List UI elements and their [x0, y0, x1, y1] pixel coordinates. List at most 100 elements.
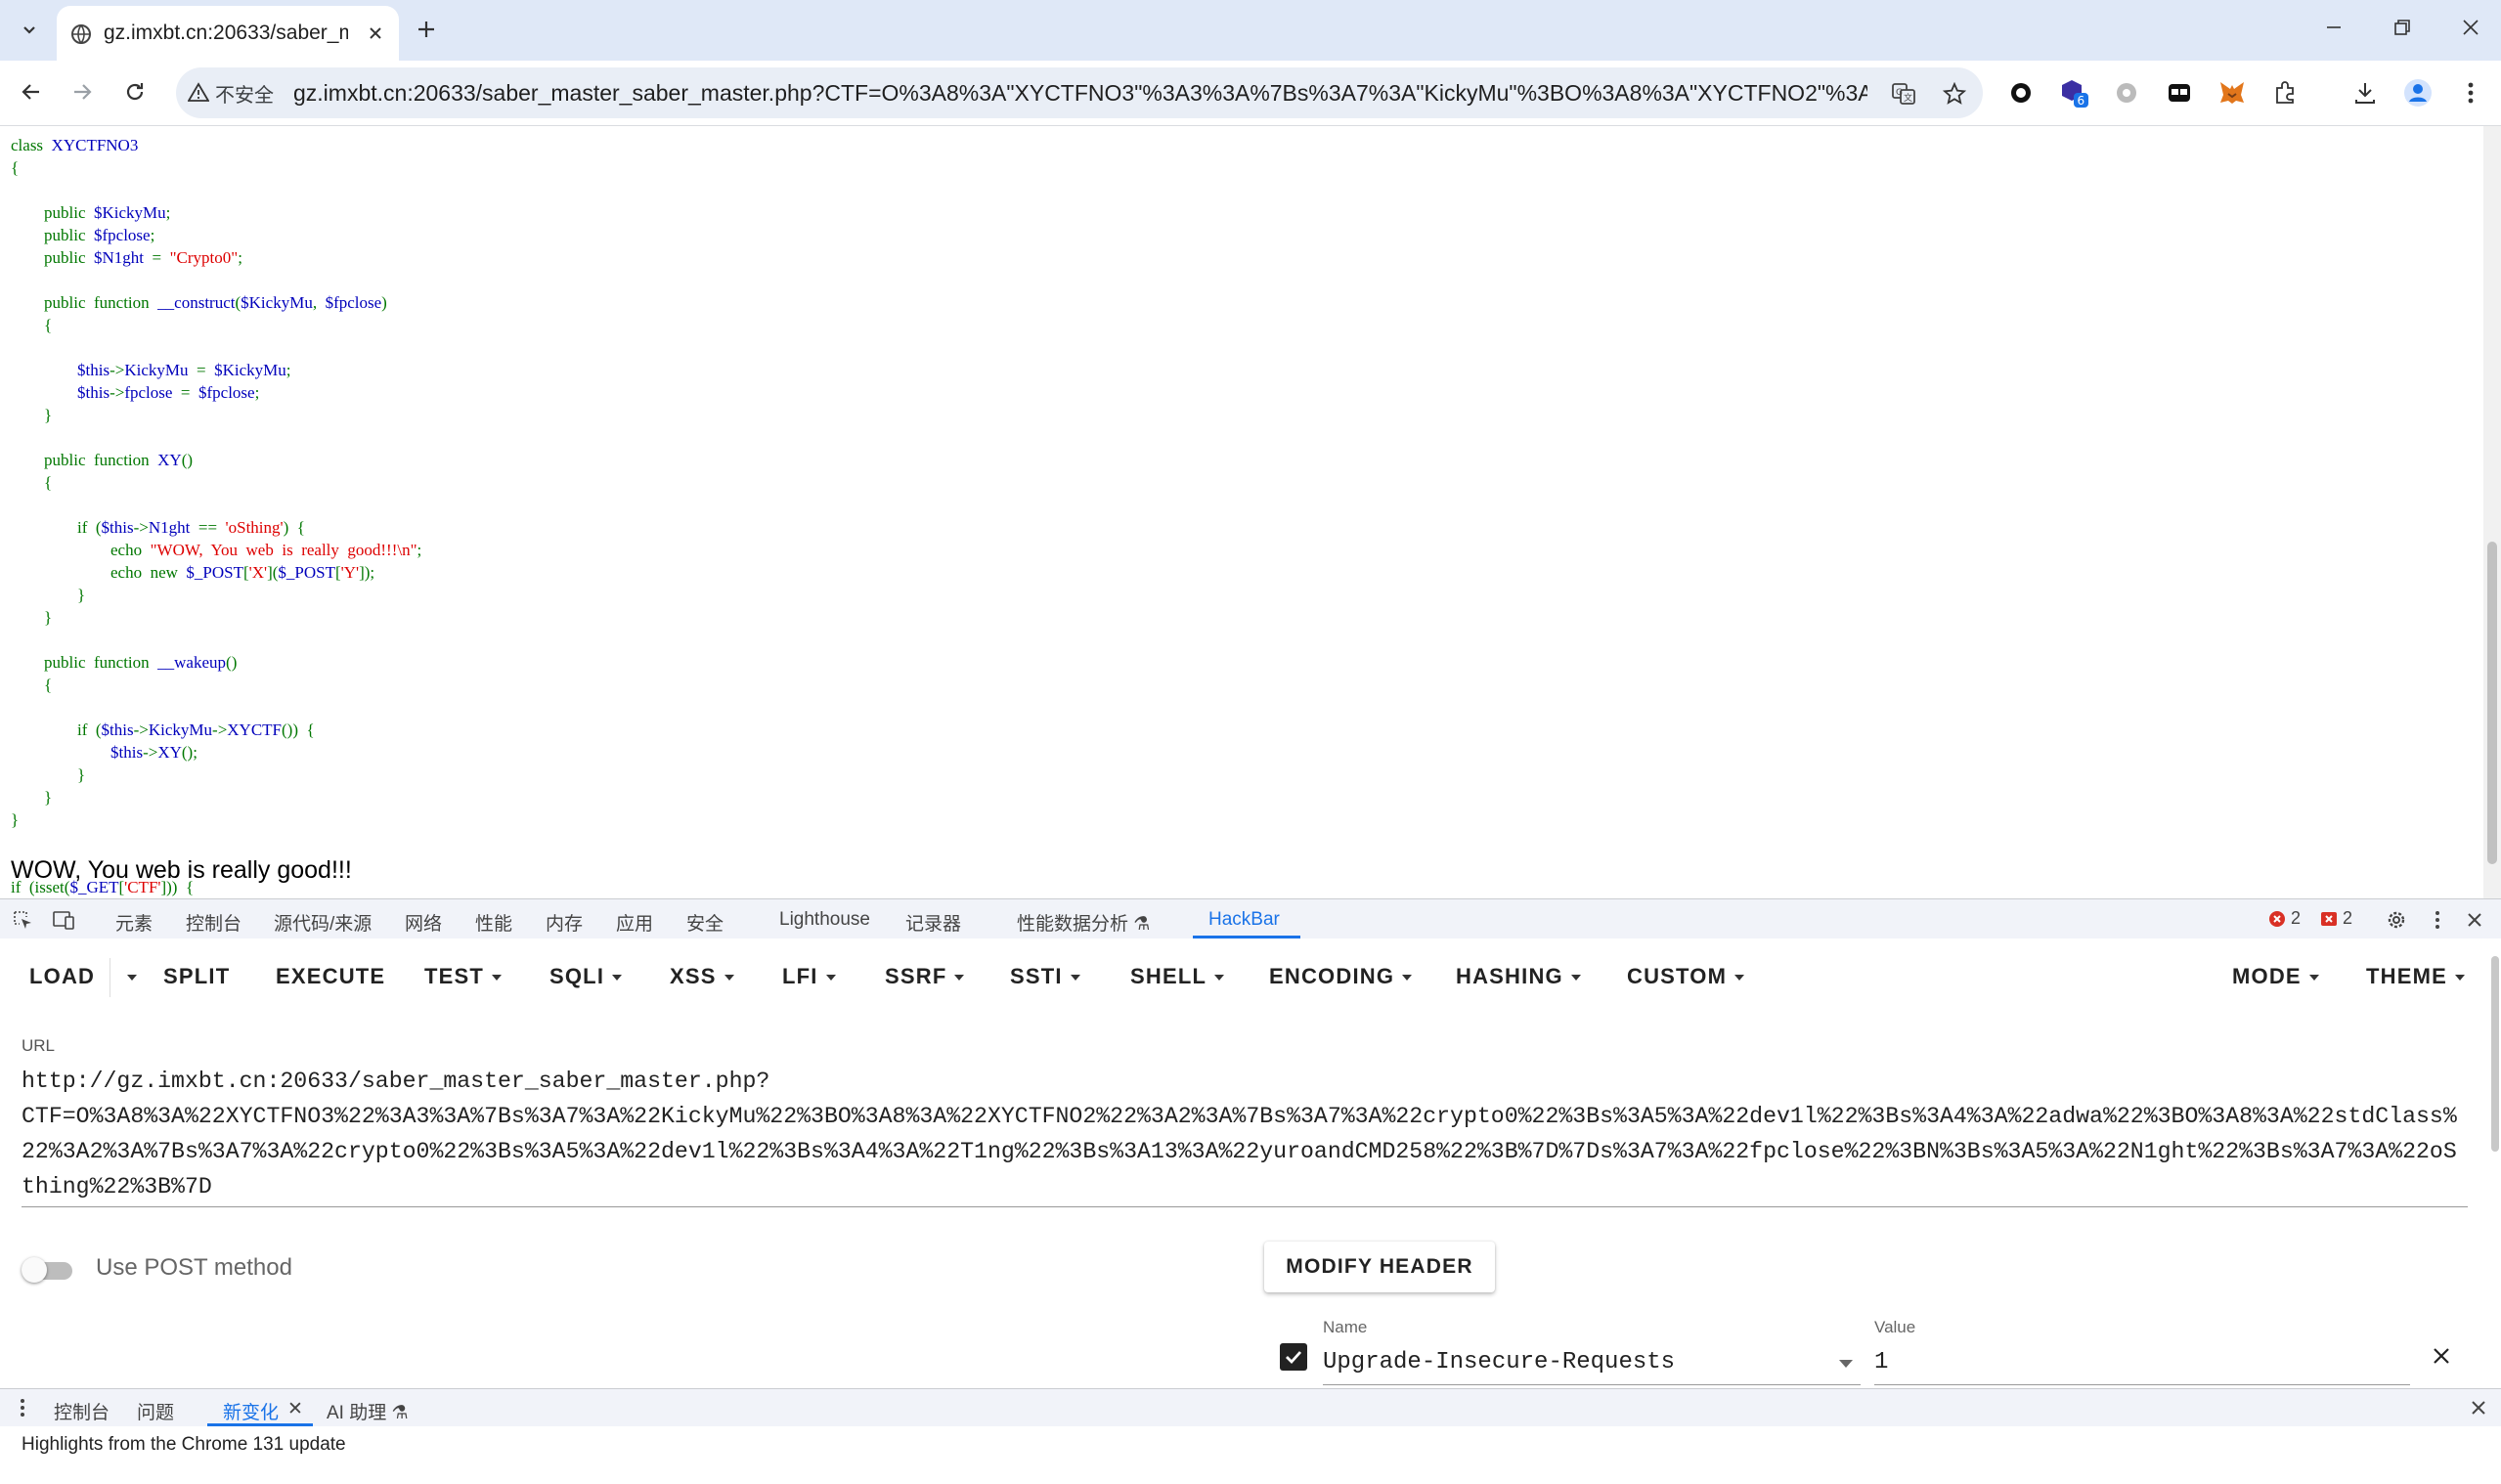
- header-name-select[interactable]: Upgrade-Insecure-Requests: [1323, 1349, 1675, 1375]
- sqli-menu[interactable]: SQLI: [549, 964, 623, 989]
- arrow-left-icon: [22, 84, 39, 100]
- minimize-button[interactable]: [2300, 6, 2368, 49]
- code-line: $this->KickyMu = $KickyMu;: [11, 361, 291, 379]
- caret-down-icon: [1070, 975, 1080, 982]
- restore-icon: [2394, 20, 2410, 35]
- drawer-tab-close-button[interactable]: ✕: [287, 1398, 303, 1420]
- drawer-menu-button[interactable]: [10, 1395, 35, 1420]
- ssti-menu-label: SSTI: [1010, 964, 1063, 988]
- gear-icon: [2117, 83, 2136, 103]
- custom-menu[interactable]: CUSTOM: [1627, 964, 1745, 989]
- restore-button[interactable]: [2368, 6, 2436, 49]
- extension-metamask[interactable]: [2214, 74, 2251, 111]
- load-options-button[interactable]: [119, 964, 137, 989]
- downloads-button[interactable]: [2347, 74, 2384, 111]
- error-icon: [2269, 910, 2285, 927]
- post-method-toggle[interactable]: [22, 1255, 76, 1285]
- browser-menu-button[interactable]: [2452, 74, 2489, 111]
- theme-menu-label: THEME: [2366, 964, 2447, 988]
- url-textarea[interactable]: http://gz.imxbt.cn:20633/saber_master_sa…: [22, 1064, 2468, 1204]
- browser-tab-active[interactable]: gz.imxbt.cn:20633/saber_master_saber_mas…: [57, 6, 399, 61]
- devtools-tab-elements[interactable]: 元素: [115, 909, 153, 936]
- devtools-more-button[interactable]: [2425, 907, 2450, 933]
- tab-strip: gz.imxbt.cn:20633/saber_master_saber_mas…: [0, 0, 2501, 61]
- hackbar-menu: LOAD SPLIT EXECUTE TEST SQLI XSS LFI SSR…: [0, 938, 2501, 1015]
- devtools-tab-sources[interactable]: 源代码/来源: [274, 909, 372, 936]
- page-output-text: WOW, You web is really good!!!: [11, 856, 352, 884]
- encoding-menu[interactable]: ENCODING: [1269, 964, 1413, 989]
- back-button[interactable]: [12, 72, 51, 111]
- header-value-label: Value: [1874, 1318, 1916, 1336]
- inspect-element-button[interactable]: [10, 907, 35, 933]
- lfi-menu[interactable]: LFI: [782, 964, 836, 989]
- extension-circle[interactable]: [2002, 74, 2040, 111]
- load-button[interactable]: LOAD: [29, 964, 95, 989]
- device-toolbar-button[interactable]: [51, 907, 76, 933]
- post-method-label[interactable]: Use POST method: [96, 1254, 292, 1282]
- caret-down-icon: [1570, 975, 1581, 982]
- devtools-tab-performance-insights[interactable]: 性能数据分析 ⚗: [1017, 909, 1150, 936]
- split-button[interactable]: SPLIT: [163, 964, 230, 989]
- devtools-tab-network[interactable]: 网络: [405, 909, 442, 936]
- address-bar[interactable]: 不安全 gz.imxbt.cn:20633/saber_master_saber…: [176, 67, 1983, 118]
- extensions-button[interactable]: [2266, 74, 2304, 111]
- xss-menu[interactable]: XSS: [670, 964, 734, 989]
- theme-menu[interactable]: THEME: [2366, 964, 2465, 989]
- page-scrollbar[interactable]: [2483, 126, 2501, 898]
- devtools-tab-application[interactable]: 应用: [616, 909, 653, 936]
- close-icon: [2468, 913, 2481, 927]
- mode-menu[interactable]: MODE: [2232, 964, 2319, 989]
- modify-header-button[interactable]: MODIFY HEADER: [1264, 1242, 1495, 1292]
- bookmark-button[interactable]: [1938, 77, 1971, 110]
- issue-count: 2: [2343, 908, 2353, 928]
- caret-down-icon: [954, 975, 965, 982]
- page-scrollbar-thumb[interactable]: [2487, 542, 2497, 864]
- code-line: echo "WOW, You web is really good!!!\n";: [11, 541, 422, 559]
- error-counter[interactable]: 2: [2268, 908, 2301, 929]
- extension-gear[interactable]: [2108, 74, 2145, 111]
- header-name-dropdown-icon[interactable]: [1838, 1359, 1854, 1369]
- reload-button[interactable]: [115, 72, 154, 111]
- devtools-tab-bar: 元素 控制台 源代码/来源 网络 性能 内存 应用 安全 Lighthouse …: [0, 898, 2501, 939]
- hackbar-scrollbar[interactable]: [2491, 956, 2499, 1152]
- shell-menu[interactable]: SHELL: [1130, 964, 1225, 989]
- test-menu[interactable]: TEST: [424, 964, 503, 989]
- devtools-tab-console[interactable]: 控制台: [186, 909, 241, 936]
- security-indicator[interactable]: 不安全: [188, 79, 274, 107]
- header-enabled-checkbox[interactable]: [1280, 1343, 1307, 1371]
- custom-menu-label: CUSTOM: [1627, 964, 1728, 988]
- devtools-tab-performance[interactable]: 性能: [475, 909, 512, 936]
- drawer-tab-whats-new[interactable]: 新变化: [223, 1398, 279, 1424]
- drawer-tab-ai-assistant[interactable]: AI 助理 ⚗: [327, 1398, 409, 1424]
- ssrf-menu[interactable]: SSRF: [885, 964, 965, 989]
- drawer-tab-console[interactable]: 控制台: [54, 1398, 110, 1424]
- issue-counter[interactable]: 2: [2320, 908, 2352, 929]
- devtools-tab-recorder[interactable]: 记录器: [905, 909, 961, 936]
- devtools-tab-security[interactable]: 安全: [686, 909, 724, 936]
- devtools-tab-hackbar[interactable]: HackBar: [1208, 909, 1280, 931]
- new-tab-button[interactable]: [411, 14, 442, 45]
- star-icon: [1943, 82, 1966, 105]
- remove-header-button[interactable]: [2427, 1341, 2456, 1371]
- execute-button[interactable]: EXECUTE: [276, 964, 385, 989]
- forward-button[interactable]: [63, 72, 102, 111]
- extension-cube[interactable]: 6: [2055, 74, 2092, 111]
- devtools-tab-memory[interactable]: 内存: [546, 909, 583, 936]
- close-window-button[interactable]: [2436, 6, 2501, 49]
- ssti-menu[interactable]: SSTI: [1010, 964, 1080, 989]
- tab-close-button[interactable]: [362, 20, 389, 47]
- hashing-menu[interactable]: HASHING: [1456, 964, 1581, 989]
- translate-button[interactable]: G文: [1887, 77, 1920, 110]
- devtools-tab-lighthouse[interactable]: Lighthouse: [779, 909, 870, 931]
- profile-button[interactable]: [2399, 74, 2436, 111]
- url-text[interactable]: gz.imxbt.cn:20633/saber_master_saber_mas…: [293, 80, 1867, 107]
- header-value-input[interactable]: 1: [1874, 1349, 1888, 1375]
- tab-search-button[interactable]: [14, 14, 45, 45]
- drawer-tab-issues[interactable]: 问题: [137, 1398, 174, 1424]
- extension-glasses[interactable]: [2161, 74, 2198, 111]
- devtools-close-button[interactable]: [2462, 907, 2487, 933]
- devtools-settings-button[interactable]: [2384, 907, 2409, 933]
- ssrf-menu-label: SSRF: [885, 964, 947, 988]
- issue-icon: [2321, 911, 2337, 926]
- drawer-close-button[interactable]: [2466, 1395, 2491, 1420]
